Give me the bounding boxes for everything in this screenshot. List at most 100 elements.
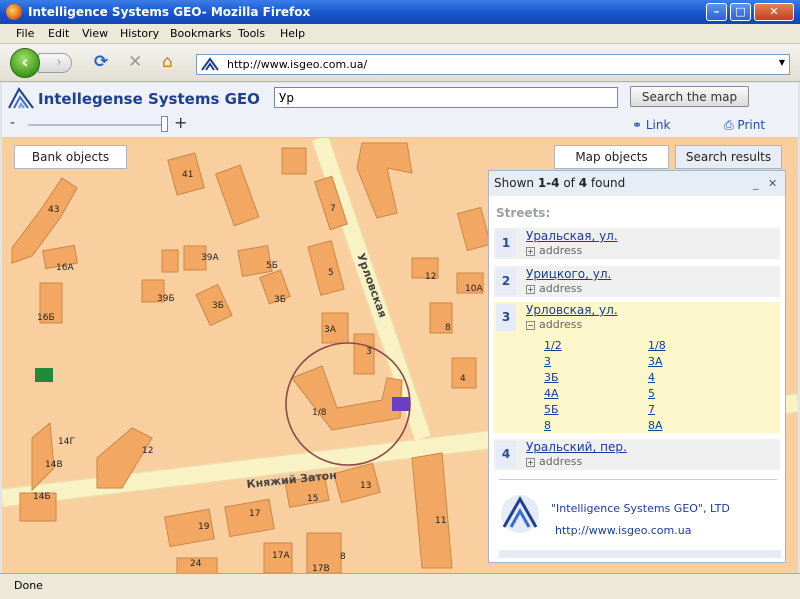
building [281,147,307,175]
result-number: 2 [496,268,516,295]
chain-link-icon: ⚭ [632,118,646,132]
exchange-marker-icon[interactable] [35,368,53,382]
collapse-panel-button[interactable]: _ [753,177,759,190]
summary-suffix: found [587,176,626,190]
menu-help[interactable]: Help [280,27,305,40]
address-label: address [539,318,583,331]
search-results-panel: Shown 1-4 of 4 found _ ✕ Streets: 1 Урал… [488,170,786,563]
house-label: 12 [425,272,436,282]
tab-map-objects[interactable]: Map objects [554,145,669,169]
stop-icon[interactable]: ✕ [128,54,142,71]
print-action[interactable]: ⎙ Print [724,118,765,133]
site-logo-text: Intellegense Systems GEO [38,90,260,108]
house-link[interactable]: 5Б [544,403,559,416]
house-label: 39Б [157,294,175,304]
minimize-button[interactable]: – [706,3,727,21]
menu-tools[interactable]: Tools [238,27,265,40]
house-link[interactable]: 1/2 [544,339,562,352]
house-link[interactable]: 8А [648,419,663,432]
url-bar[interactable]: ▼ [196,54,790,75]
address-toggle[interactable]: + address [526,455,582,468]
house-link[interactable]: 1/8 [648,339,666,352]
tab-bank-objects[interactable]: Bank objects [14,145,127,169]
reload-icon[interactable]: ⟳ [94,54,108,71]
house-label: 17 [249,509,260,519]
street-link[interactable]: Урловская, ул. [526,303,618,317]
street-link[interactable]: Урицкого, ул. [526,267,611,281]
site-favicon-icon [201,57,219,71]
result-item[interactable]: 2 Урицкого, ул. + address [494,266,780,297]
menu-file[interactable]: File [16,27,34,40]
house-link[interactable]: 4А [544,387,559,400]
menu-view[interactable]: View [82,27,108,40]
expand-icon: + [526,247,535,256]
atm-marker-icon[interactable] [392,397,410,411]
menu-bookmarks[interactable]: Bookmarks [170,27,231,40]
home-icon[interactable]: ⌂ [162,54,173,71]
map-search-input[interactable] [274,87,618,108]
navigation-toolbar: › ‹ ⟳ ✕ ⌂ ▼ [0,44,800,82]
close-window-button[interactable]: ✕ [754,3,794,21]
house-label: 41 [182,170,193,180]
house-label: 14В [45,460,63,470]
address-toggle[interactable]: + address [526,244,582,257]
site-logo-icon [8,87,34,109]
expand-icon: + [526,285,535,294]
link-action[interactable]: ⚭ Link [632,118,670,132]
divider [499,479,777,480]
house-label: 13 [360,481,371,491]
summary-prefix: Shown [494,176,538,190]
house-link[interactable]: 8 [544,419,551,432]
zoom-slider-track[interactable] [28,124,166,126]
address-label: address [539,244,583,257]
link-label: Link [645,118,671,132]
menu-history[interactable]: History [120,27,159,40]
house-label: 14Г [58,437,75,447]
street-link[interactable]: Уральская, ул. [526,229,618,243]
house-link[interactable]: 3А [648,355,663,368]
url-dropdown-icon[interactable]: ▼ [779,58,785,67]
url-input[interactable] [227,57,767,72]
tab-search-results[interactable]: Search results [675,145,782,169]
summary-mid: of [559,176,579,190]
maximize-button[interactable]: □ [730,3,751,21]
house-label: 4 [460,374,466,384]
forward-button[interactable]: › [38,53,72,73]
back-arrow-icon: ‹ [21,52,29,73]
result-item[interactable]: 4 Уральский, пер. + address [494,439,780,470]
status-text: Done [14,579,43,592]
zoom-slider-handle[interactable] [161,116,168,132]
house-label: 17В [312,564,330,573]
house-label: 17А [272,551,290,561]
zoom-out-button[interactable]: - [10,115,15,131]
house-link[interactable]: 5 [648,387,655,400]
close-panel-button[interactable]: ✕ [768,177,777,190]
house-label: 5 [328,268,334,278]
house-label: 43 [48,205,59,215]
address-toggle[interactable]: + address [526,282,582,295]
back-button[interactable]: ‹ [10,48,40,78]
house-link[interactable]: 4 [648,371,655,384]
menu-edit[interactable]: Edit [48,27,69,40]
search-map-button[interactable]: Search the map [630,86,749,107]
status-bar: Done [0,573,800,599]
company-logo-icon [501,495,539,533]
street-link[interactable]: Уральский, пер. [526,440,627,454]
result-number: 3 [496,304,516,331]
result-number: 4 [496,441,516,468]
address-label: address [539,282,583,295]
result-item-active[interactable]: 3 Урловская, ул. − address 1/2 3 3Б 4А 5Б… [494,302,780,433]
house-label: 19 [198,522,210,532]
house-link[interactable]: 7 [648,403,655,416]
zoom-in-button[interactable]: + [174,113,187,132]
house-link[interactable]: 3 [544,355,551,368]
company-url-link[interactable]: http://www.isgeo.com.ua [555,524,691,537]
house-label: 8 [445,323,451,333]
house-label: 11 [435,516,446,526]
house-link[interactable]: 3Б [544,371,559,384]
address-toggle[interactable]: − address [526,318,582,331]
house-label: 3Б [274,295,286,305]
house-label: 39А [201,253,219,263]
print-label: Print [737,118,766,132]
result-item[interactable]: 1 Уральская, ул. + address [494,228,780,259]
